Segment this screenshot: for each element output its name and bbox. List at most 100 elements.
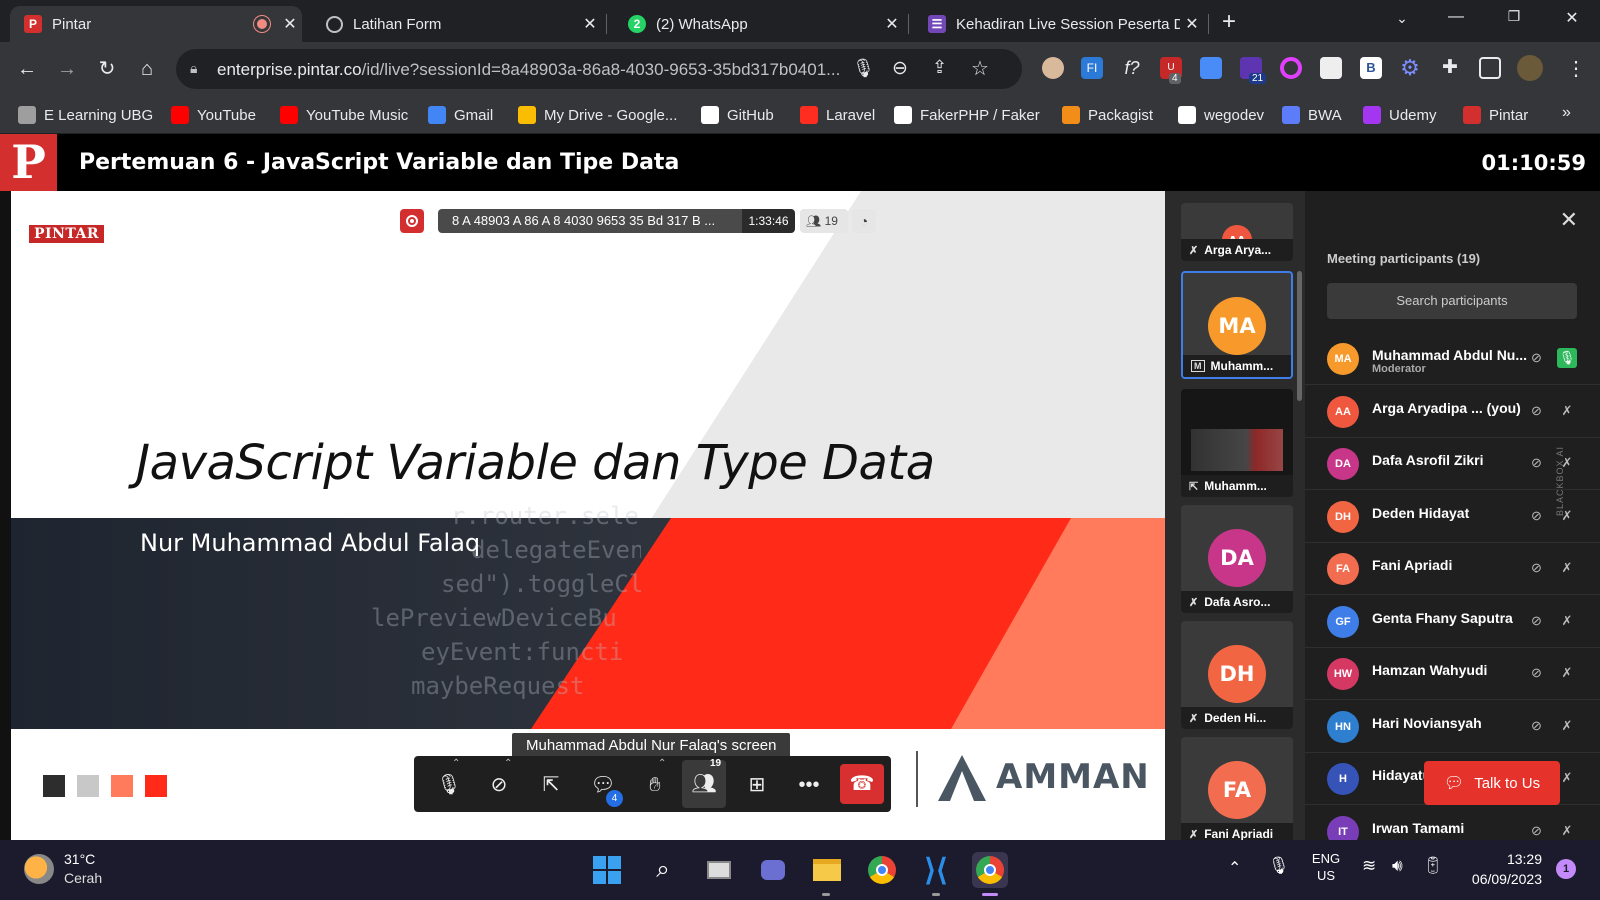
- share-icon[interactable]: ⇪: [932, 57, 947, 78]
- address-bar[interactable]: 🔒︎ enterprise.pintar.co/id/live?sessionI…: [176, 49, 1022, 89]
- reload-icon[interactable]: ↻: [93, 55, 121, 83]
- tab-close-icon[interactable]: ✕: [578, 14, 602, 34]
- participant-row[interactable]: HN Hari Noviansyah ⊘ ✗: [1305, 701, 1600, 753]
- window-close-icon[interactable]: ✕: [1552, 8, 1592, 28]
- bookmarks-overflow-chevron-icon[interactable]: »: [1562, 104, 1571, 122]
- bookmark-udemy[interactable]: Udemy: [1363, 104, 1437, 126]
- bookmark-faker[interactable]: FakerPHP / Faker: [894, 104, 1040, 126]
- participant-row[interactable]: MA Muhammad Abdul Nu... Moderator ⊘ 🎙︎: [1305, 333, 1600, 385]
- tab-kehadiran[interactable]: ☰ Kehadiran Live Session Peserta D ✕: [914, 6, 1204, 42]
- weather-sun-icon[interactable]: [24, 854, 54, 884]
- tab-search-chevron-icon[interactable]: ⌄: [1382, 10, 1422, 27]
- restore-icon[interactable]: ❐: [1494, 8, 1534, 25]
- chrome-icon[interactable]: [864, 852, 900, 888]
- tab-latihan-form[interactable]: Latihan Form ✕: [312, 6, 602, 42]
- participant-row[interactable]: HW Hamzan Wahyudi ⊘ ✗: [1305, 648, 1600, 700]
- new-tab-plus-icon[interactable]: +: [1222, 8, 1236, 36]
- participant-row[interactable]: IT Irwan Tamami ⊘ ✗: [1305, 806, 1600, 840]
- bookmark-laravel[interactable]: Laravel: [800, 104, 875, 126]
- forward-arrow-icon[interactable]: →: [53, 55, 81, 83]
- camera-options-chevron-icon[interactable]: ⌃: [504, 758, 512, 769]
- side-panel-icon[interactable]: [1479, 57, 1501, 79]
- microphone-icon[interactable]: 🎙︎: [852, 58, 875, 79]
- swatch-red: [145, 775, 167, 797]
- bookmark-github[interactable]: GitHub: [701, 104, 774, 126]
- hidden-icons-chevron-icon[interactable]: ⌃: [1228, 858, 1241, 878]
- tab-whatsapp[interactable]: 2 (2) WhatsApp ✕: [614, 6, 904, 42]
- extension-gear-icon[interactable]: ⚙: [1399, 57, 1421, 79]
- tiles-scrollbar[interactable]: [1297, 271, 1302, 401]
- participant-row[interactable]: FA Fani Apriadi ⊘ ✗: [1305, 543, 1600, 595]
- blackbox-side-tab[interactable]: BLACKBOX AI: [1555, 431, 1595, 531]
- tab-close-icon[interactable]: ✕: [880, 14, 904, 34]
- mic-options-chevron-icon[interactable]: ⌃: [452, 758, 460, 769]
- extension-fi-icon[interactable]: FI: [1081, 57, 1103, 79]
- extension-b-icon[interactable]: B: [1360, 57, 1382, 79]
- participant-row[interactable]: AA Arga Aryadipa ... (you) ⊘ ✗: [1305, 386, 1600, 438]
- bookmark-pintar[interactable]: Pintar: [1463, 104, 1528, 126]
- extension-document-icon[interactable]: [1200, 57, 1222, 79]
- record-button[interactable]: [400, 209, 424, 233]
- wifi-icon[interactable]: ≋: [1362, 856, 1376, 876]
- raise-hand-button[interactable]: ✋︎: [638, 768, 672, 802]
- extension-calendar-icon[interactable]: [1320, 57, 1342, 79]
- bookmark-star-icon[interactable]: ☆: [971, 56, 989, 81]
- mic-off-button[interactable]: 🎙︎: [432, 768, 466, 802]
- minimize-icon[interactable]: —: [1436, 8, 1476, 26]
- task-view-icon[interactable]: [701, 852, 737, 888]
- participant-row[interactable]: GF Genta Fhany Saputra ⊘ ✗: [1305, 596, 1600, 648]
- tab-close-icon[interactable]: ✕: [278, 14, 302, 34]
- participant-tile[interactable]: DH ✗ Deden Hi...: [1181, 621, 1293, 729]
- battery-icon[interactable]: 🔋︎: [1422, 856, 1444, 876]
- tile-view-button[interactable]: ⊞: [740, 768, 774, 802]
- vscode-icon[interactable]: ⟩⟨: [918, 852, 954, 888]
- bookmark-youtube-music[interactable]: YouTube Music: [280, 104, 408, 126]
- extension-function-icon[interactable]: f?: [1121, 57, 1143, 79]
- zoom-out-icon[interactable]: ⊖: [892, 57, 908, 80]
- clock[interactable]: 13:29 06/09/2023: [1462, 851, 1542, 887]
- windows-start-icon[interactable]: [589, 852, 625, 888]
- grid-icon: ⊞: [748, 774, 766, 796]
- teams-chat-icon[interactable]: [755, 852, 791, 888]
- participant-tile[interactable]: FA ✗ Fani Apriadi: [1181, 737, 1293, 845]
- notification-badge[interactable]: 1: [1556, 859, 1576, 879]
- camera-off-button[interactable]: ⊘: [482, 768, 516, 802]
- participant-tile[interactable]: AA ✗Arga Arya...: [1181, 203, 1293, 261]
- connection-gauge-icon[interactable]: ◔: [852, 209, 876, 233]
- bookmark-google-drive[interactable]: My Drive - Google...: [518, 104, 677, 126]
- home-icon[interactable]: ⌂: [133, 55, 161, 83]
- participant-tile[interactable]: MA M Muhamm...: [1181, 271, 1293, 379]
- back-arrow-icon[interactable]: ←: [13, 55, 41, 83]
- extensions-puzzle-icon[interactable]: ✚: [1439, 57, 1461, 79]
- bookmark-packagist[interactable]: Packagist: [1062, 104, 1153, 126]
- browser-menu-icon[interactable]: ⋮: [1566, 56, 1586, 81]
- participant-tile-screen[interactable]: ⇱ Muhamm...: [1181, 389, 1293, 497]
- reactions-chevron-icon[interactable]: ⌃: [658, 758, 666, 769]
- mic-off-icon: ✗: [1189, 596, 1199, 609]
- tab-pintar[interactable]: P Pintar ✕: [10, 6, 302, 42]
- share-screen-button[interactable]: ⇱: [534, 768, 568, 802]
- profile-avatar[interactable]: [1517, 55, 1543, 81]
- leave-meeting-button[interactable]: ☎︎: [840, 764, 884, 804]
- extension-color-picker-icon[interactable]: [1280, 57, 1302, 79]
- more-options-button[interactable]: •••: [792, 768, 826, 802]
- bookmark-ubg[interactable]: E Learning UBG: [18, 104, 153, 126]
- search-participants-input[interactable]: Search participants: [1327, 283, 1577, 319]
- camera-off-icon: ⊘: [1531, 612, 1542, 628]
- language-indicator[interactable]: ENG US: [1310, 851, 1342, 883]
- volume-icon[interactable]: 🔊︎: [1392, 856, 1403, 876]
- bookmark-youtube[interactable]: YouTube: [171, 104, 256, 126]
- taskbar-mic-icon[interactable]: 🎙︎: [1268, 856, 1290, 876]
- bookmark-bwa[interactable]: BWA: [1282, 104, 1342, 126]
- extension-face-icon[interactable]: [1042, 57, 1064, 79]
- chrome-profile-icon[interactable]: [972, 852, 1008, 888]
- bookmark-gmail[interactable]: Gmail: [428, 104, 493, 126]
- tab-close-icon[interactable]: ✕: [1180, 14, 1204, 34]
- bookmark-wegodev[interactable]: wegodev: [1178, 104, 1264, 126]
- close-panel-icon[interactable]: ✕: [1560, 207, 1578, 233]
- browser-tab-bar: P Pintar ✕ Latihan Form ✕ 2 (2) WhatsApp…: [0, 0, 1600, 42]
- file-explorer-icon[interactable]: [809, 852, 845, 888]
- taskbar-search-icon[interactable]: ⌕: [645, 852, 681, 888]
- participant-tile[interactable]: DA ✗ Dafa Asro...: [1181, 505, 1293, 613]
- talk-to-us-button[interactable]: 💬︎ Talk to Us: [1424, 761, 1560, 805]
